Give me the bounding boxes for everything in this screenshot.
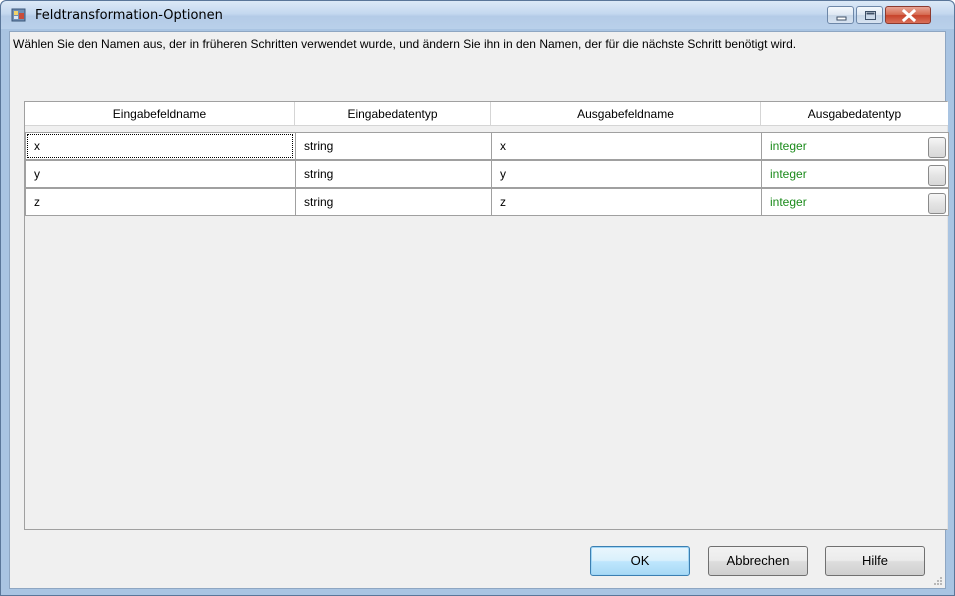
table-row: z string z integer [25,188,949,216]
output-type-cell[interactable]: integer [761,160,949,188]
output-type-value: integer [770,167,807,181]
title-bar[interactable]: Feldtransformation-Optionen [1,1,954,29]
help-button[interactable]: Hilfe [825,546,925,576]
maximize-icon [865,11,876,20]
description-text: Wählen Sie den Namen aus, der in frühere… [13,37,797,51]
grid-header: Eingabefeldname Eingabedatentyp Ausgabef… [25,102,948,126]
window-title: Feldtransformation-Optionen [35,8,223,23]
minimize-button[interactable] [827,6,854,24]
output-type-value: integer [770,139,807,153]
resize-grip-icon[interactable] [933,576,943,586]
input-name-cell[interactable]: z [25,188,295,216]
output-type-cell[interactable]: integer [761,188,949,216]
minimize-icon [836,16,847,21]
output-type-picker-button[interactable] [928,137,946,158]
output-type-picker-button[interactable] [928,193,946,214]
field-mapping-grid: Eingabefeldname Eingabedatentyp Ausgabef… [24,101,949,530]
output-name-cell[interactable]: x [491,132,761,160]
column-header-input-type[interactable]: Eingabedatentyp [295,102,491,126]
column-header-input-name[interactable]: Eingabefeldname [25,102,295,126]
table-row: x string x integer [25,132,949,160]
table-row: y string y integer [25,160,949,188]
output-type-cell[interactable]: integer [761,132,949,160]
output-name-cell[interactable]: z [491,188,761,216]
cancel-button[interactable]: Abbrechen [708,546,808,576]
app-icon [11,8,26,22]
column-header-output-name[interactable]: Ausgabefeldname [491,102,761,126]
ok-button[interactable]: OK [590,546,690,576]
column-header-output-type[interactable]: Ausgabedatentyp [761,102,948,126]
output-type-picker-button[interactable] [928,165,946,186]
close-icon [901,8,917,23]
input-type-cell[interactable]: string [295,188,491,216]
dialog-window: Feldtransformation-Optionen Wählen Sie d… [0,0,955,596]
dialog-body: Wählen Sie den Namen aus, der in frühere… [9,31,949,589]
input-name-cell[interactable]: x [25,132,295,160]
input-name-cell[interactable]: y [25,160,295,188]
input-type-cell[interactable]: string [295,132,491,160]
output-name-cell[interactable]: y [491,160,761,188]
output-type-value: integer [770,195,807,209]
input-type-cell[interactable]: string [295,160,491,188]
maximize-button[interactable] [856,6,883,24]
close-button[interactable] [885,6,931,24]
